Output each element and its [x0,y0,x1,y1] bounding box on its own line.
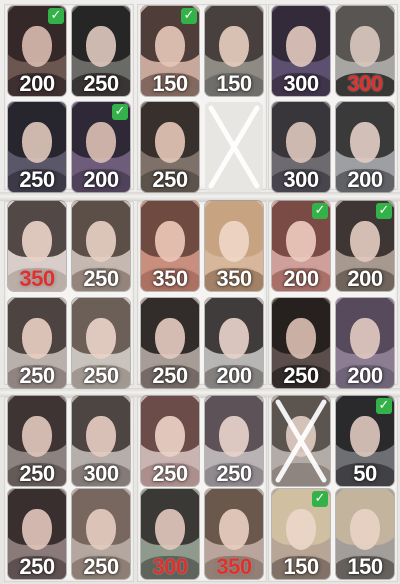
photocard: 250 [72,201,130,291]
photocard [272,396,330,486]
sold-x-mark [272,396,330,486]
price-label: 250 [83,266,119,291]
price-label: 250 [19,363,55,388]
photocard: 200 [336,298,394,388]
photocard: 250 [72,6,130,96]
price-label: 200 [283,266,319,291]
photocard: 150 [336,489,394,579]
price-label: 150 [283,554,319,579]
photocard: 250 [8,396,66,486]
price-label: 150 [152,71,188,96]
photocard: 250 [141,102,199,192]
sold-x-mark [205,102,263,192]
photocard: ✓ 50 [336,396,394,486]
price-label: 200 [19,71,55,96]
photocard: 300 [336,6,394,96]
price-label: 250 [152,167,188,192]
photocard: 250 [141,396,199,486]
photocard: 250 [8,102,66,192]
check-mark-icon: ✓ [376,203,392,219]
price-label: 200 [347,266,383,291]
price-label: 150 [216,71,252,96]
price-label: 250 [83,363,119,388]
check-mark-icon: ✓ [48,8,64,24]
photocard: 250 [8,298,66,388]
price-label: 250 [19,167,55,192]
sleeve-divider [0,192,400,201]
photocard: 350 [205,201,263,291]
photocard: ✓ 200 [336,201,394,291]
price-label: 300 [83,461,119,486]
photocard: 250 [141,298,199,388]
price-label: 350 [216,554,252,579]
check-mark-icon: ✓ [312,491,328,507]
price-label: 250 [19,554,55,579]
price-label: 250 [83,554,119,579]
photocard: 150 [205,6,263,96]
price-label: 200 [347,167,383,192]
photocard: 300 [141,489,199,579]
price-label: 250 [83,71,119,96]
price-label: 250 [152,363,188,388]
check-mark-icon: ✓ [181,8,197,24]
photocard: 200 [205,298,263,388]
photocard: 350 [141,201,199,291]
photocard: 250 [272,298,330,388]
photocard: ✓ 200 [8,6,66,96]
price-label: 200 [83,167,119,192]
photocard: 300 [272,102,330,192]
price-label: 200 [216,363,252,388]
photocard: ✓ 200 [72,102,130,192]
price-label: 250 [216,461,252,486]
photocard: 250 [205,396,263,486]
photocard: 250 [8,489,66,579]
photocard: 250 [72,489,130,579]
photocard [205,102,263,192]
photocard: 300 [272,6,330,96]
photocard: 350 [8,201,66,291]
price-label: 250 [19,461,55,486]
price-label: 250 [283,363,319,388]
price-label: 300 [283,71,319,96]
price-label: 350 [152,266,188,291]
price-label: 300 [347,71,383,96]
check-mark-icon: ✓ [312,203,328,219]
photocard: 350 [205,489,263,579]
price-label: 300 [152,554,188,579]
price-label: 300 [283,167,319,192]
binder-page: ✓ 200 250 ✓ 150 150 300 300 250 ✓ 200 250 300 200 350 2… [0,0,400,584]
photocard: 300 [72,396,130,486]
price-label: 250 [152,461,188,486]
photocard: ✓ 150 [272,489,330,579]
price-label: 350 [19,266,55,291]
price-label: 200 [347,363,383,388]
photocard: ✓ 150 [141,6,199,96]
photocard: 200 [336,102,394,192]
check-mark-icon: ✓ [376,398,392,414]
price-label: 150 [347,554,383,579]
check-mark-icon: ✓ [112,104,128,120]
price-label: 350 [216,266,252,291]
price-label: 50 [353,461,377,486]
photocard: ✓ 200 [272,201,330,291]
photocard: 250 [72,298,130,388]
